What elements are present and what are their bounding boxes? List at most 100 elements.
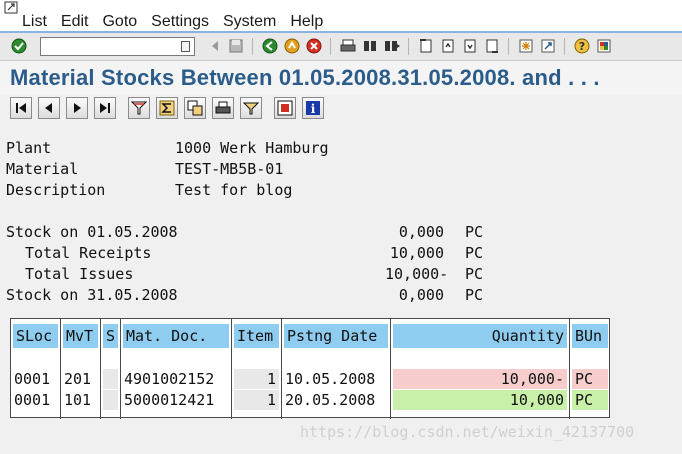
toolbar-separator (252, 38, 253, 55)
column-divider (569, 319, 570, 419)
column-divider (390, 319, 391, 419)
total-receipts-label: Total Receipts (25, 244, 152, 262)
cell-bun: PC (572, 369, 608, 389)
col-header-mvt[interactable]: MvT (63, 324, 98, 348)
cell-item: 1 (234, 369, 279, 389)
opening-stock-value: 0,000 (398, 223, 444, 241)
system-menu-icon[interactable] (4, 1, 20, 15)
find-next-icon[interactable] (384, 38, 400, 54)
cancel-icon[interactable] (306, 38, 322, 54)
print-list-button[interactable] (212, 97, 234, 119)
set-filter-button[interactable] (240, 97, 262, 119)
export-icon (277, 100, 293, 116)
subtotal-button[interactable] (184, 97, 206, 119)
previous-button[interactable] (38, 97, 60, 119)
page-title: Material Stocks Between 01.05.2008.31.05… (10, 65, 600, 90)
total-receipts-unit: PC (465, 244, 484, 262)
opening-stock-label: Stock on 01.05.2008 (6, 223, 178, 241)
svg-text:i: i (311, 102, 316, 116)
col-header-matdoc[interactable]: Mat. Doc. (123, 324, 229, 348)
closing-stock-value: 0,000 (398, 286, 444, 304)
cell-s (103, 390, 118, 410)
menu-settings[interactable]: Settings (151, 13, 209, 31)
last-icon (100, 103, 110, 113)
customize-layout-icon[interactable] (596, 38, 612, 54)
previous-icon (45, 103, 52, 113)
exit-icon[interactable] (284, 38, 300, 54)
closing-stock-unit: PC (465, 286, 484, 304)
cell-bun: PC (572, 390, 608, 410)
menu-list[interactable]: List (22, 13, 47, 31)
toolbar-separator (508, 38, 509, 55)
print-icon[interactable] (340, 38, 356, 54)
cell-mvt: 201 (64, 370, 92, 388)
first-icon (16, 103, 26, 113)
cell-sloc: 0001 (14, 370, 51, 388)
command-dropdown-icon[interactable] (181, 41, 190, 52)
sum-icon (159, 100, 175, 116)
menu-items: List Edit Goto Settings System Help (22, 13, 337, 31)
cell-item: 1 (234, 390, 279, 410)
total-issues-label: Total Issues (25, 265, 134, 283)
material-value: TEST-MB5B-01 (175, 160, 284, 178)
menu-bar: List Edit Goto Settings System Help (0, 0, 682, 33)
command-field[interactable] (40, 37, 195, 58)
sum-button[interactable] (156, 97, 178, 119)
material-documents-table: SLoc MvT S Mat. Doc. Item Pstng Date Qua… (10, 318, 610, 419)
menu-goto[interactable]: Goto (102, 13, 137, 31)
col-header-sloc[interactable]: SLoc (13, 324, 58, 348)
set-filter-icon (243, 102, 259, 115)
create-session-icon[interactable] (518, 38, 534, 54)
first-button[interactable] (10, 97, 32, 119)
help-icon[interactable]: ? (574, 38, 590, 54)
cell-matdoc: 5000012421 (124, 391, 215, 409)
info-button[interactable]: i (302, 97, 324, 119)
export-button[interactable] (274, 97, 296, 119)
back-arrow-icon[interactable] (207, 38, 223, 54)
toolbar-separator (564, 38, 565, 55)
find-icon[interactable] (362, 38, 378, 54)
cell-date: 10.05.2008 (285, 370, 376, 388)
cell-sloc: 0001 (14, 391, 51, 409)
toolbar-separator (330, 38, 331, 55)
print-icon (215, 101, 231, 114)
watermark: https://blog.csdn.net/weixin_42137700 (300, 423, 635, 441)
next-button[interactable] (66, 97, 88, 119)
standard-toolbar: ? (0, 33, 682, 61)
last-button[interactable] (94, 97, 116, 119)
col-header-item[interactable]: Item (234, 324, 279, 348)
description-label: Description (6, 181, 106, 199)
first-page-icon[interactable] (418, 38, 434, 54)
cell-date: 20.05.2008 (285, 391, 376, 409)
info-icon: i (306, 101, 320, 116)
total-issues-value: 10,000- (385, 265, 449, 283)
menu-edit[interactable]: Edit (61, 13, 89, 31)
title-bar: Material Stocks Between 01.05.2008.31.05… (0, 61, 682, 95)
col-header-quantity[interactable]: Quantity (393, 324, 567, 348)
cell-quantity-negative: 10,000- (393, 369, 567, 389)
next-icon (74, 103, 81, 113)
filter-button[interactable] (128, 97, 150, 119)
toolbar-separator (408, 38, 409, 55)
cell-mvt: 101 (64, 391, 92, 409)
shortcut-icon[interactable] (540, 38, 556, 54)
menu-help[interactable]: Help (290, 13, 323, 31)
menu-system[interactable]: System (223, 13, 276, 31)
col-header-date[interactable]: Pstng Date (284, 324, 388, 348)
col-header-bun[interactable]: BUn (572, 324, 608, 348)
opening-stock-unit: PC (465, 223, 484, 241)
column-divider (100, 319, 101, 419)
last-page-icon[interactable] (484, 38, 500, 54)
previous-page-icon[interactable] (440, 38, 456, 54)
next-page-icon[interactable] (462, 38, 478, 54)
cell-matdoc: 4901002152 (124, 370, 215, 388)
col-header-s[interactable]: S (103, 324, 118, 348)
svg-text:?: ? (579, 40, 585, 53)
save-icon[interactable] (228, 38, 244, 54)
back-icon[interactable] (262, 38, 278, 54)
filter-icon (131, 101, 147, 115)
command-input[interactable] (41, 40, 176, 58)
enter-icon[interactable] (11, 38, 27, 54)
closing-stock-label: Stock on 31.05.2008 (6, 286, 178, 304)
total-receipts-value: 10,000 (389, 244, 444, 262)
